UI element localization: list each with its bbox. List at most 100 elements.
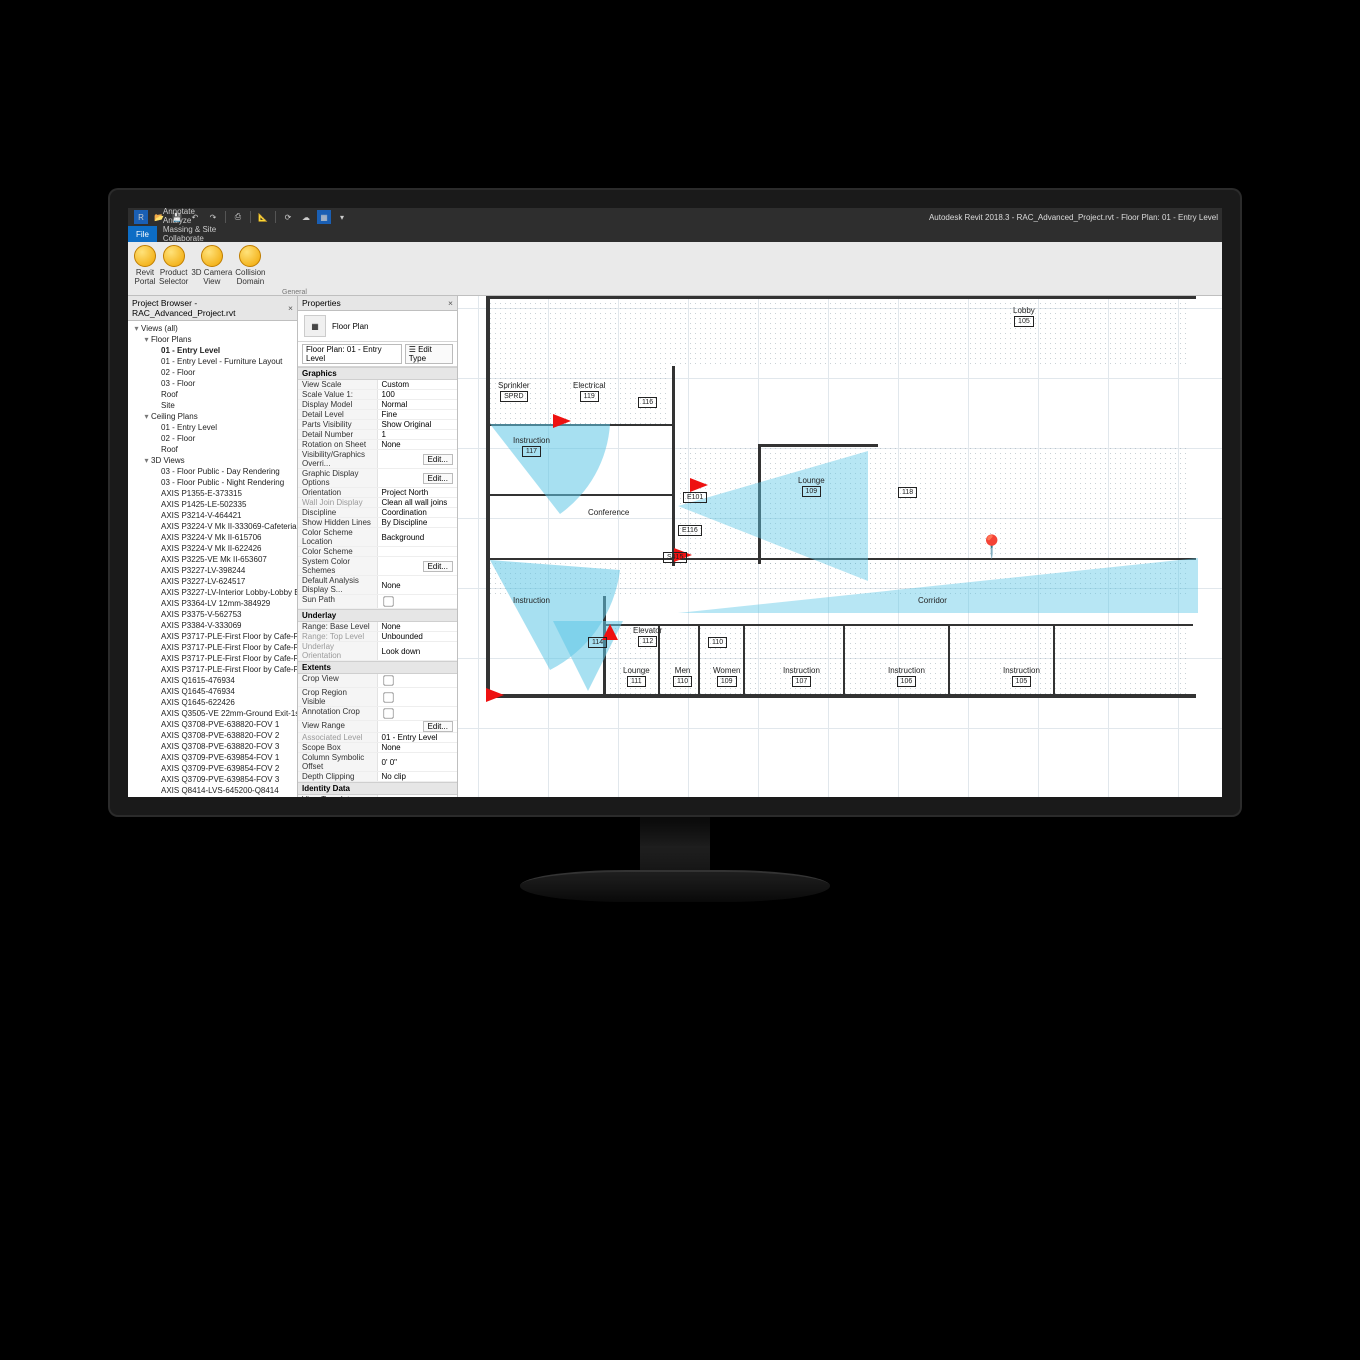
property-row[interactable]: Crop Region Visible xyxy=(298,688,457,707)
edit-button[interactable]: Edit... xyxy=(423,721,453,732)
tab-analyze[interactable]: Analyze xyxy=(157,216,222,225)
ribbon-button-revit[interactable]: RevitPortal xyxy=(134,245,156,286)
property-checkbox[interactable] xyxy=(383,596,393,606)
tree-item[interactable]: AXIS P3384-V-333069 xyxy=(152,620,295,631)
tree-item[interactable]: AXIS Q8414-LVS-645200-Q8414 xyxy=(152,785,295,796)
property-row[interactable]: Wall Join DisplayClean all wall joins xyxy=(298,498,457,508)
ribbon-button-collision[interactable]: CollisionDomain xyxy=(235,245,265,286)
property-row[interactable]: Parts VisibilityShow Original xyxy=(298,420,457,430)
tree-item[interactable]: AXIS Q3708-PVE-638820-FOV 1 xyxy=(152,719,295,730)
property-row[interactable]: Show Hidden LinesBy Discipline xyxy=(298,518,457,528)
drawing-canvas[interactable]: 📍 Lobby105SprinklerSPRDElectrical119116I… xyxy=(458,296,1222,797)
project-browser-tree[interactable]: ▾Views (all) ▾Floor Plans 01 - Entry Lev… xyxy=(128,321,297,797)
property-group-header[interactable]: Graphics xyxy=(298,367,457,380)
tree-item[interactable]: AXIS Q3709-PVE-639854-FOV 3 xyxy=(152,774,295,785)
property-row[interactable]: Detail LevelFine xyxy=(298,410,457,420)
property-row[interactable]: Visibility/Graphics Overri...Edit... xyxy=(298,450,457,469)
property-row[interactable]: Color Scheme LocationBackground xyxy=(298,528,457,547)
property-checkbox[interactable] xyxy=(383,692,393,702)
camera-icon[interactable] xyxy=(690,478,708,492)
tree-item[interactable]: 01 - Entry Level xyxy=(152,345,295,356)
property-row[interactable]: Scale Value 1:100 xyxy=(298,390,457,400)
dropdown-icon[interactable]: ▾ xyxy=(335,210,349,224)
tree-item[interactable]: AXIS P1355-E-373315 xyxy=(152,488,295,499)
property-row[interactable]: Display ModelNormal xyxy=(298,400,457,410)
tree-item[interactable]: AXIS P3717-PLE-First Floor by Cafe-FOV 3 xyxy=(152,653,295,664)
tree-item[interactable]: AXIS P3224-V Mk II-333069-Cafeteria xyxy=(152,521,295,532)
property-row[interactable]: Range: Base LevelNone xyxy=(298,622,457,632)
tree-item[interactable]: Balcony View xyxy=(152,796,295,797)
property-row[interactable]: Associated Level01 - Entry Level xyxy=(298,733,457,743)
property-row[interactable]: Crop View xyxy=(298,674,457,688)
tree-item[interactable]: AXIS P3375-V-562753 xyxy=(152,609,295,620)
location-pin-icon[interactable]: 📍 xyxy=(978,534,1005,560)
tree-item[interactable]: AXIS Q3709-PVE-639854-FOV 1 xyxy=(152,752,295,763)
tree-item[interactable]: AXIS Q3709-PVE-639854-FOV 2 xyxy=(152,763,295,774)
property-row[interactable]: Depth ClippingNo clip xyxy=(298,772,457,782)
property-group-header[interactable]: Extents xyxy=(298,661,457,674)
tree-item[interactable]: AXIS P3717-PLE-First Floor by Cafe-FOV 1 xyxy=(152,631,295,642)
tree-item[interactable]: AXIS P3227-LV-398244 xyxy=(152,565,295,576)
tree-item[interactable]: AXIS Q3708-PVE-638820-FOV 2 xyxy=(152,730,295,741)
cloud-icon[interactable]: ☁ xyxy=(299,210,313,224)
tree-item[interactable]: 03 - Floor xyxy=(152,378,295,389)
property-checkbox[interactable] xyxy=(383,675,393,685)
ribbon-button-3d-camera[interactable]: 3D CameraView xyxy=(191,245,232,286)
tree-item[interactable]: AXIS Q3505-VE 22mm-Ground Exit-1st Floor… xyxy=(152,708,295,719)
sync-icon[interactable]: ⟳ xyxy=(281,210,295,224)
edit-type-button[interactable]: ☰ Edit Type xyxy=(405,344,453,364)
switch-windows-icon[interactable]: ▦ xyxy=(317,210,331,224)
tree-item[interactable]: AXIS P3227-LV-624517 xyxy=(152,576,295,587)
tree-item[interactable]: AXIS P3224-V Mk II-622426 xyxy=(152,543,295,554)
edit-button[interactable]: Edit... xyxy=(423,473,453,484)
tree-item[interactable]: AXIS P3717-PLE-First Floor by Cafe-FOV 2 xyxy=(152,642,295,653)
property-group-header[interactable]: Underlay xyxy=(298,609,457,622)
property-row[interactable]: View ScaleCustom xyxy=(298,380,457,390)
tree-item[interactable]: AXIS Q3708-PVE-638820-FOV 3 xyxy=(152,741,295,752)
property-group-header[interactable]: Identity Data xyxy=(298,782,457,795)
property-row[interactable]: Underlay OrientationLook down xyxy=(298,642,457,661)
tree-item[interactable]: 03 - Floor Public - Night Rendering xyxy=(152,477,295,488)
tab-annotate[interactable]: Annotate xyxy=(157,208,222,216)
property-row[interactable]: Column Symbolic Offset0' 0" xyxy=(298,753,457,772)
tree-item[interactable]: AXIS P3364-LV 12mm-384929 xyxy=(152,598,295,609)
property-row[interactable]: Default Analysis Display S...None xyxy=(298,576,457,595)
property-row[interactable]: Range: Top LevelUnbounded xyxy=(298,632,457,642)
tree-item[interactable]: AXIS Q1645-476934 xyxy=(152,686,295,697)
ribbon-button-product[interactable]: ProductSelector xyxy=(159,245,188,286)
tree-item[interactable]: AXIS P1425-LE-502335 xyxy=(152,499,295,510)
property-row[interactable]: Graphic Display OptionsEdit... xyxy=(298,469,457,488)
tree-item[interactable]: AXIS P3214-V-464421 xyxy=(152,510,295,521)
close-icon[interactable]: × xyxy=(448,298,453,308)
property-row[interactable]: Scope BoxNone xyxy=(298,743,457,753)
print-icon[interactable]: ⎙ xyxy=(231,210,245,224)
tree-item[interactable]: AXIS P3225-VE Mk II-653607 xyxy=(152,554,295,565)
property-checkbox[interactable] xyxy=(383,708,393,718)
tree-item[interactable]: Roof xyxy=(152,389,295,400)
tree-item[interactable]: AXIS Q1615-476934 xyxy=(152,675,295,686)
property-row[interactable]: View RangeEdit... xyxy=(298,721,457,733)
tab-massing-site[interactable]: Massing & Site xyxy=(157,225,222,234)
property-row[interactable]: OrientationProject North xyxy=(298,488,457,498)
camera-icon[interactable] xyxy=(486,688,504,702)
tree-item[interactable]: AXIS P3717-PLE-First Floor by Cafe-FOV 4 xyxy=(152,664,295,675)
property-row[interactable]: Color Scheme xyxy=(298,547,457,557)
tree-item[interactable]: AXIS P3224-V Mk II-615706 xyxy=(152,532,295,543)
close-icon[interactable]: × xyxy=(288,303,293,313)
edit-button[interactable]: Edit... xyxy=(423,561,453,572)
tab-file[interactable]: File xyxy=(128,226,157,242)
property-row[interactable]: Sun Path xyxy=(298,595,457,609)
camera-icon[interactable] xyxy=(553,414,571,428)
app-menu-icon[interactable]: R xyxy=(134,210,148,224)
edit-button[interactable]: Edit... xyxy=(423,454,453,465)
measure-icon[interactable]: 📐 xyxy=(256,210,270,224)
property-row[interactable]: Detail Number1 xyxy=(298,430,457,440)
property-row[interactable]: Annotation Crop xyxy=(298,707,457,721)
tree-item[interactable]: AXIS P3227-LV-Interior Lobby-Lobby Entra… xyxy=(152,587,295,598)
tree-item[interactable]: Roof xyxy=(152,444,295,455)
property-row[interactable]: Rotation on SheetNone xyxy=(298,440,457,450)
property-row[interactable]: View Template xyxy=(298,795,457,797)
instance-selector[interactable]: Floor Plan: 01 - Entry Level xyxy=(302,344,402,364)
property-row[interactable]: DisciplineCoordination xyxy=(298,508,457,518)
property-row[interactable]: System Color SchemesEdit... xyxy=(298,557,457,576)
